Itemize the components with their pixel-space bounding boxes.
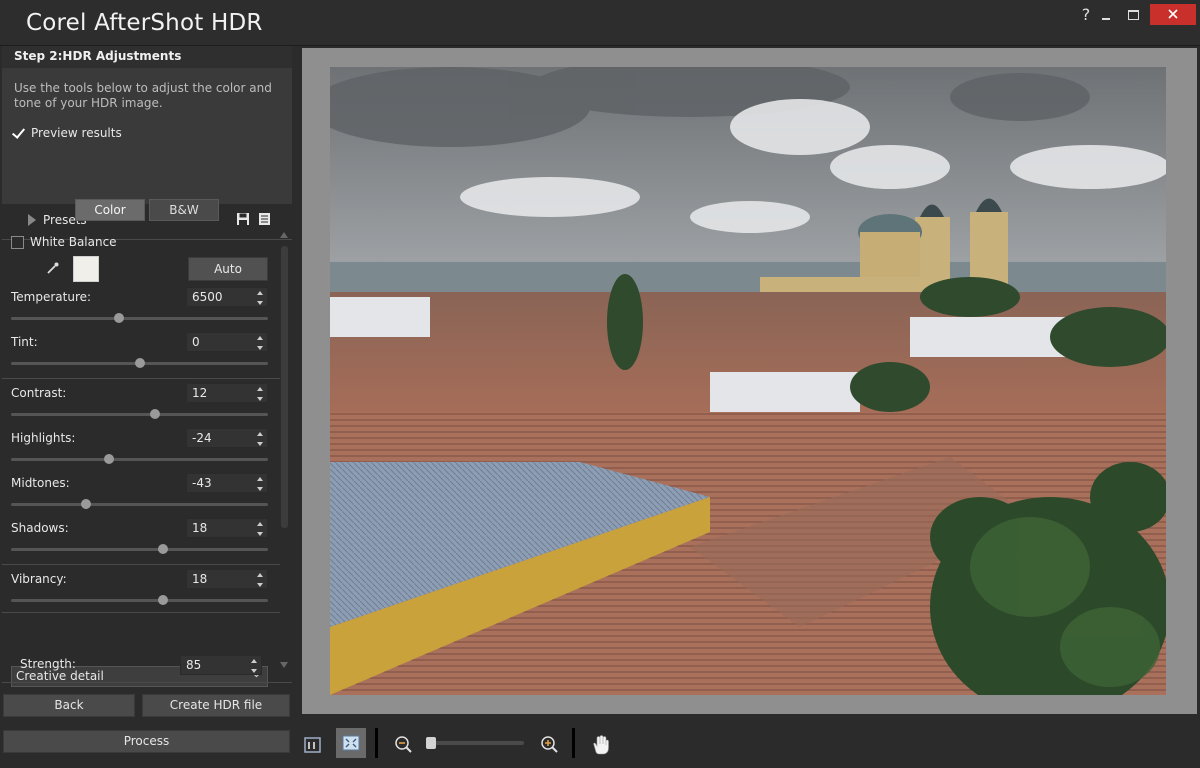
info-box: Use the tools below to adjust the color … [2,68,292,204]
slider-thumb[interactable] [80,499,91,509]
app-title: Corel AfterShot HDR [26,10,263,36]
toolbar-separator [572,728,575,758]
spin-arrows-icon[interactable] [257,291,264,305]
divider [2,682,292,683]
list-icon[interactable] [258,212,271,226]
control-slider[interactable] [11,544,268,554]
slider-thumb[interactable] [103,454,114,464]
control-spinbox[interactable]: 0 [186,332,268,352]
slider-thumb[interactable] [157,595,168,605]
expand-arrow-icon[interactable] [28,214,36,226]
control-slider[interactable] [11,409,268,419]
fit-view-icon [342,735,360,751]
control-spinbox[interactable]: 12 [186,383,268,403]
close-button[interactable] [1150,4,1196,25]
control-spinbox[interactable]: 18 [186,518,268,538]
control-slider[interactable] [11,358,268,368]
control-value: -43 [192,476,212,490]
zoom-out-icon[interactable] [391,732,417,758]
checkmark-icon [12,127,25,140]
back-button[interactable]: Back [3,694,135,717]
help-button[interactable]: ? [1078,4,1094,26]
slider-thumb[interactable] [149,409,160,419]
spin-arrows-icon[interactable] [257,336,264,350]
cityscape-photo [330,67,1166,695]
panel-scrollbar[interactable] [280,232,290,668]
control-label: Shadows: [11,521,69,535]
white-balance-checkbox[interactable]: White Balance [11,235,117,249]
scroll-down-icon[interactable] [280,662,288,668]
control-label: Tint: [11,335,38,349]
control-value: 12 [192,386,208,400]
scroll-up-icon[interactable] [280,232,288,238]
adjustments-panel: Step 2:HDR Adjustments Use the tools bel… [0,46,294,768]
control-value: 6500 [192,290,223,304]
control-slider[interactable] [11,595,268,605]
control-spinbox[interactable]: 18 [186,569,268,589]
control-value: -24 [192,431,212,445]
tab-color[interactable]: Color [75,199,145,221]
step-header: Step 2:HDR Adjustments [2,46,292,68]
preview-results-label: Preview results [31,126,122,140]
zoom-slider-thumb[interactable] [426,737,436,749]
control-slider[interactable] [11,313,268,323]
process-button[interactable]: Process [3,730,290,753]
control-spinbox[interactable]: -24 [186,428,268,448]
slider-thumb[interactable] [157,544,168,554]
white-balance-swatch[interactable] [73,256,99,282]
control-label: Temperature: [11,290,92,304]
control-value: 0 [192,335,200,349]
slider-thumb[interactable] [113,313,124,323]
spin-arrows-icon[interactable] [257,477,264,491]
divider [2,378,280,379]
divider [2,612,280,613]
minimize-button[interactable] [1100,4,1114,26]
maximize-button[interactable] [1124,4,1142,26]
close-icon [1168,9,1178,19]
save-icon[interactable] [236,212,250,226]
zoom-in-icon[interactable] [537,732,563,758]
control-slider[interactable] [11,454,268,464]
auto-button[interactable]: Auto [188,257,268,281]
control-slider[interactable] [11,499,268,509]
slider-thumb[interactable] [134,358,145,368]
instructions-text: Use the tools below to adjust the color … [14,81,272,110]
preview-results-checkbox[interactable]: Preview results [12,126,122,140]
control-label: Vibrancy: [11,572,67,586]
hdr-preview-image[interactable] [330,67,1166,695]
spin-arrows-icon[interactable] [257,573,264,587]
create-hdr-file-button[interactable]: Create HDR file [142,694,290,717]
control-spinbox[interactable]: -43 [186,473,268,493]
spin-arrows-icon[interactable] [257,432,264,446]
strength-label: Strength: [20,657,76,671]
control-value: 18 [192,572,208,586]
zoom-slider[interactable] [428,741,524,745]
eyedropper-icon[interactable] [46,261,60,275]
checkbox-box [11,235,24,249]
strength-spinbox[interactable]: 85 [180,655,262,675]
step-title: Step 2:HDR Adjustments [14,49,182,63]
white-balance-label: White Balance [30,235,117,249]
scrollbar-thumb[interactable] [281,246,288,528]
title-bar: Corel AfterShot HDR ? [0,0,1200,46]
strength-value: 85 [186,658,202,672]
control-spinbox[interactable]: 6500 [186,287,268,307]
tab-bw[interactable]: B&W [149,199,219,221]
control-label: Midtones: [11,476,70,490]
creative-detail-value: Creative detail [16,669,104,683]
control-value: 18 [192,521,208,535]
spin-arrows-icon[interactable] [251,659,258,673]
divider [2,564,280,565]
spin-arrows-icon[interactable] [257,522,264,536]
spin-arrows-icon[interactable] [257,387,264,401]
control-label: Contrast: [11,386,67,400]
hand-tool-icon[interactable] [588,732,614,758]
toolbar-separator [375,728,378,758]
actual-size-icon[interactable] [300,732,326,758]
fit-view-button[interactable] [336,728,366,758]
control-label: Highlights: [11,431,76,445]
